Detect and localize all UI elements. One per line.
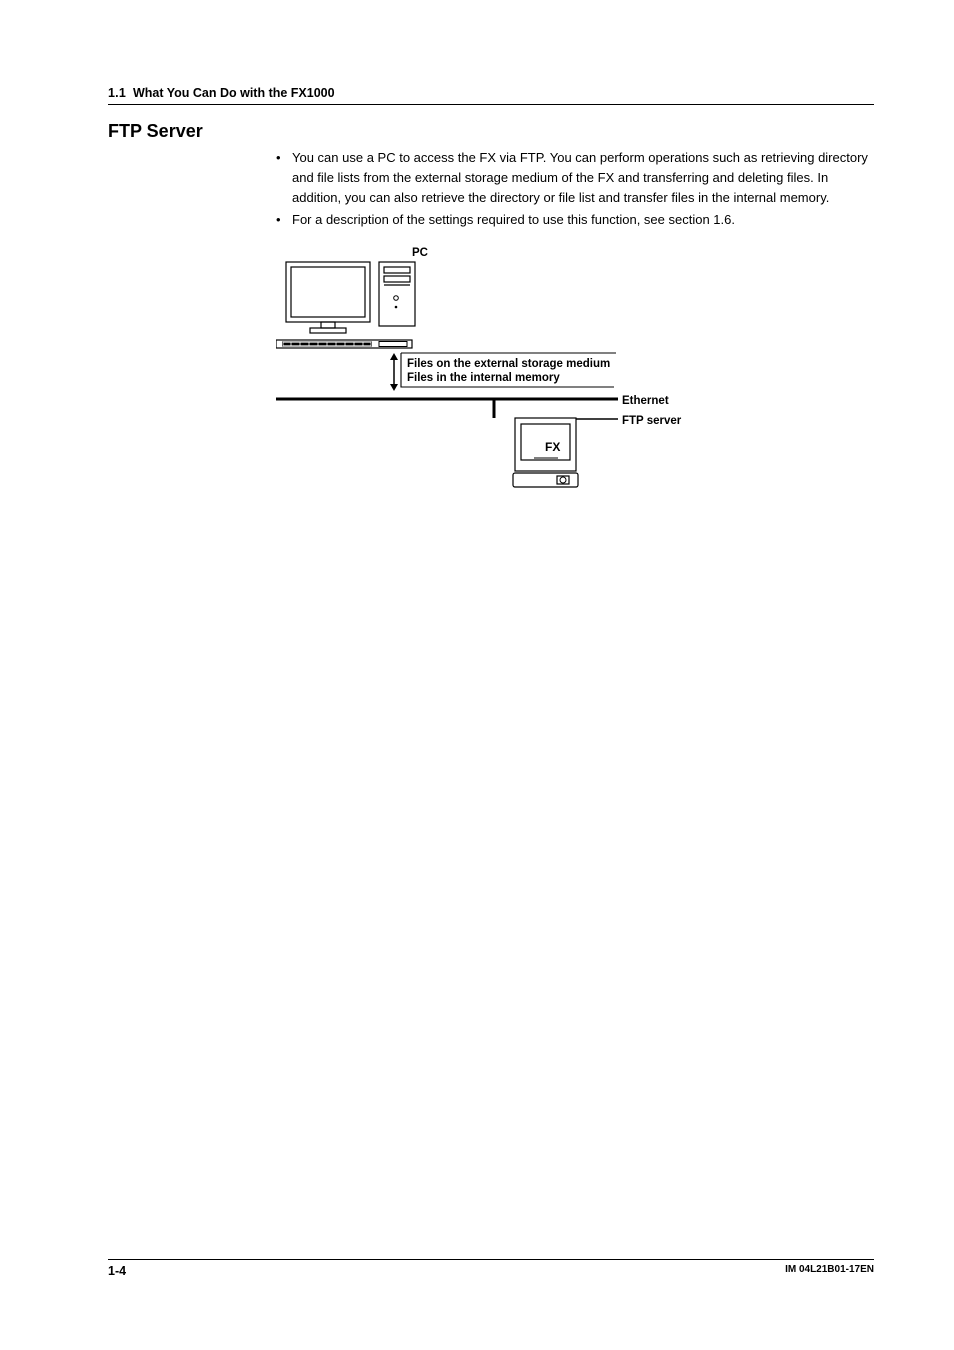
bullet-item: • You can use a PC to access the FX via … bbox=[276, 148, 874, 208]
body-block: • You can use a PC to access the FX via … bbox=[276, 148, 874, 525]
section-title: What You Can Do with the FX1000 bbox=[133, 86, 335, 100]
page-footer: 1-4 IM 04L21B01-17EN bbox=[108, 1259, 874, 1278]
bullet-icon: • bbox=[276, 148, 292, 208]
bullet-item: • For a description of the settings requ… bbox=[276, 210, 874, 230]
section-number: 1.1 bbox=[108, 86, 126, 100]
ftp-diagram: PC Files on the external storage medium … bbox=[276, 245, 874, 525]
page-number: 1-4 bbox=[108, 1264, 126, 1278]
bullet-text: For a description of the settings requir… bbox=[292, 210, 874, 230]
diagram-svg bbox=[276, 245, 706, 505]
document-id: IM 04L21B01-17EN bbox=[785, 1264, 874, 1275]
section-header: 1.1 What You Can Do with the FX1000 bbox=[108, 86, 874, 105]
bullet-icon: • bbox=[276, 210, 292, 230]
bullet-text: You can use a PC to access the FX via FT… bbox=[292, 148, 874, 208]
subheading-ftp-server: FTP Server bbox=[108, 121, 874, 142]
